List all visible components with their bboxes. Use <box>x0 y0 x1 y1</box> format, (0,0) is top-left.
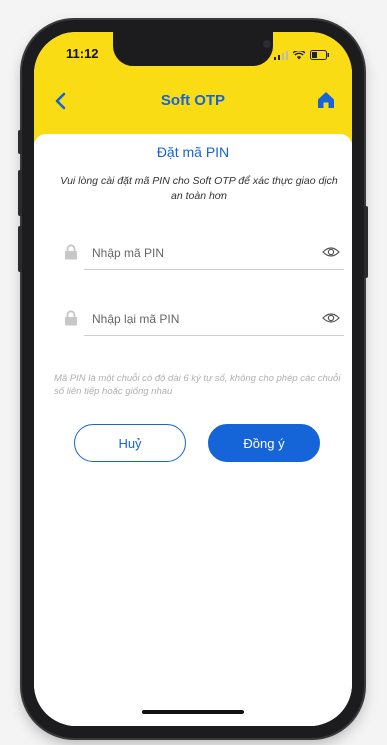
phone-frame: 11:12 Soft OTP Đặt mã PIN Vui lòng cài đ… <box>18 20 368 738</box>
confirm-pin-input[interactable] <box>92 308 302 330</box>
confirm-button[interactable]: Đồng ý <box>208 424 320 462</box>
camera-icon <box>263 40 271 48</box>
lock-icon <box>65 244 77 260</box>
pin-input-underline <box>84 269 344 270</box>
pin-field <box>54 242 344 270</box>
cancel-button[interactable]: Huỷ <box>74 424 186 462</box>
instruction-text: Vui lòng cài đặt mã PIN cho Soft OTP để … <box>60 175 338 202</box>
signal-icon <box>274 47 288 65</box>
phone-notch <box>113 32 273 66</box>
lock-icon <box>65 310 77 326</box>
phone-volume-up-button <box>18 170 22 216</box>
nav-title: Soft OTP <box>160 92 226 109</box>
home-button[interactable] <box>316 90 336 110</box>
eye-icon[interactable] <box>322 245 340 259</box>
status-time: 11:12 <box>66 46 99 61</box>
confirm-pin-input-underline <box>84 335 344 336</box>
pin-rule-note: Mã PIN là một chuỗi có độ dài 6 ký tự số… <box>54 373 341 397</box>
phone-screen: 11:12 Soft OTP Đặt mã PIN Vui lòng cài đ… <box>34 32 352 726</box>
home-indicator <box>142 710 244 714</box>
screenshot-canvas: 11:12 Soft OTP Đặt mã PIN Vui lòng cài đ… <box>0 0 387 745</box>
wifi-icon <box>292 47 306 65</box>
phone-power-button <box>364 206 368 278</box>
phone-silent-switch <box>18 130 22 154</box>
confirm-pin-field <box>54 308 344 336</box>
phone-volume-down-button <box>18 226 22 272</box>
eye-icon[interactable] <box>322 311 340 325</box>
page-title: Đặt mã PIN <box>156 144 230 160</box>
status-icons <box>274 47 330 65</box>
home-icon <box>318 92 334 108</box>
pin-input[interactable] <box>92 242 302 264</box>
battery-icon <box>310 47 330 65</box>
